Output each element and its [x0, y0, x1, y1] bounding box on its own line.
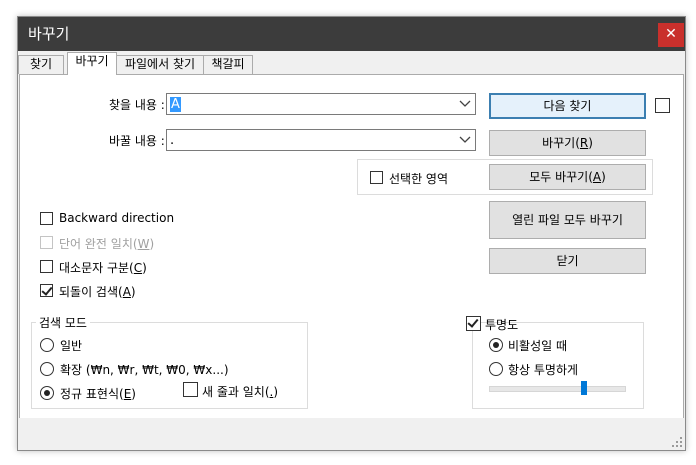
backward-direction-checkbox[interactable] — [40, 212, 53, 225]
tab-strip: 찾기 바꾸기 파일에서 찾기 책갈피 — [18, 52, 685, 75]
replace-with-combo[interactable]: . — [166, 129, 476, 151]
replace-panel: 찾을 내용 : A 바꿀 내용 : . 다음 찾기 바꾸기(R) 선택한 영역 … — [19, 74, 684, 419]
resize-grip-icon[interactable] — [671, 436, 683, 448]
replace-dialog: 바꾸기 ✕ 찾기 바꾸기 파일에서 찾기 책갈피 찾을 내용 : A 바꿀 내용… — [17, 16, 686, 451]
replace-all-button[interactable]: 모두 바꾸기(A) — [489, 164, 646, 190]
backward-direction-label: Backward direction — [59, 211, 175, 225]
search-mode-title: 검색 모드 — [36, 314, 90, 331]
tab-bookmarks-label: 책갈피 — [211, 57, 245, 71]
close-button[interactable]: 닫기 — [489, 248, 646, 274]
tab-replace-label: 바꾸기 — [75, 54, 109, 68]
match-case-checkbox[interactable] — [40, 260, 53, 273]
transparency-slider-thumb[interactable] — [580, 381, 587, 395]
transparency-slider-track[interactable] — [489, 386, 626, 392]
close-window-button[interactable]: ✕ — [658, 23, 684, 47]
transparency-always-label: 항상 투명하게 — [508, 363, 579, 377]
search-mode-regex-radio[interactable] — [40, 386, 54, 400]
status-bar — [18, 418, 685, 450]
wrap-around-label: 되돌이 검색(A) — [59, 285, 136, 299]
replace-with-value: . — [170, 133, 175, 148]
in-selection-checkbox[interactable] — [370, 171, 383, 184]
search-mode-normal-label: 일반 — [60, 339, 83, 353]
search-mode-regex-label: 정규 표현식(E) — [60, 387, 136, 401]
transparency-checkbox[interactable] — [466, 316, 481, 331]
find-what-value: A — [170, 97, 181, 112]
find-next-button[interactable]: 다음 찾기 — [489, 93, 646, 119]
close-icon: ✕ — [665, 26, 677, 42]
wrap-around-checkbox[interactable] — [40, 284, 53, 297]
find-next-extra-checkbox[interactable] — [655, 98, 670, 113]
replace-button[interactable]: 바꾸기(R) — [489, 130, 646, 156]
window-title: 바꾸기 — [28, 25, 70, 43]
transparency-inactive-label: 비활성일 때 — [508, 339, 568, 353]
tab-bookmarks[interactable]: 책갈피 — [203, 55, 253, 74]
match-whole-word-checkbox[interactable] — [40, 236, 53, 249]
chevron-down-icon[interactable] — [459, 133, 471, 145]
search-mode-normal-radio[interactable] — [40, 338, 54, 352]
tab-find[interactable]: 찾기 — [18, 55, 64, 74]
tab-find-label: 찾기 — [29, 57, 53, 71]
match-whole-word-label: 단어 완전 일치(W) — [59, 237, 155, 251]
newline-match-label: 새 줄과 일치(.) — [202, 385, 279, 399]
transparency-always-radio[interactable] — [489, 362, 503, 376]
tab-find-in-files-label: 파일에서 찾기 — [124, 57, 196, 71]
title-bar[interactable]: 바꾸기 ✕ — [18, 17, 685, 51]
newline-match-checkbox[interactable] — [183, 382, 198, 397]
search-mode-extended-label: 확장 (₩n, ₩r, ₩t, ₩0, ₩x...) — [60, 363, 229, 377]
tab-find-in-files[interactable]: 파일에서 찾기 — [116, 55, 204, 74]
transparency-label: 투명도 — [485, 318, 519, 332]
in-selection-label: 선택한 영역 — [389, 172, 449, 186]
replace-with-label: 바꿀 내용 : — [109, 134, 165, 148]
match-case-label: 대소문자 구분(C) — [59, 261, 147, 275]
chevron-down-icon[interactable] — [459, 97, 471, 109]
find-what-combo[interactable]: A — [166, 93, 476, 115]
tab-replace[interactable]: 바꾸기 — [67, 52, 117, 75]
replace-all-open-button[interactable]: 열린 파일 모두 바꾸기 — [489, 201, 646, 239]
transparency-inactive-radio[interactable] — [489, 338, 503, 352]
search-mode-extended-radio[interactable] — [40, 362, 54, 376]
find-what-label: 찾을 내용 : — [109, 98, 165, 112]
